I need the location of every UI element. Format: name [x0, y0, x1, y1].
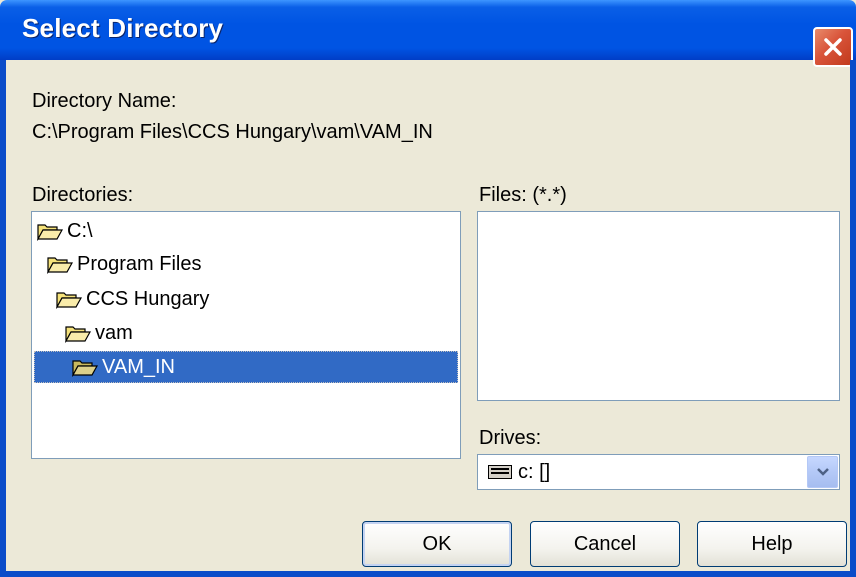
directory-item-ccs-hungary[interactable]: CCS Hungary: [56, 283, 296, 315]
directory-item-label: VAM_IN: [102, 355, 175, 378]
directories-label: Directories:: [32, 184, 134, 206]
drives-label: Drives:: [479, 427, 542, 449]
directories-listbox[interactable]: C:\ Program Files CCS Hungary vam VAM_IN: [31, 211, 461, 459]
title-bar[interactable]: Select Directory: [0, 0, 856, 60]
directory-item-label: CCS Hungary: [86, 287, 210, 310]
chevron-down-icon: [816, 468, 829, 476]
directory-item-program-files[interactable]: Program Files: [47, 248, 287, 280]
ok-button[interactable]: OK: [362, 521, 512, 567]
directory-name-value: C:\Program Files\CCS Hungary\vam\VAM_IN: [32, 121, 433, 143]
open-folder-icon: [72, 360, 98, 377]
open-folder-icon: [47, 257, 73, 274]
directory-item-c-root[interactable]: C:\: [37, 215, 237, 247]
close-button[interactable]: [813, 27, 853, 67]
files-label: Files: (*.*): [479, 184, 567, 206]
window-title: Select Directory: [22, 13, 224, 43]
close-icon: [824, 38, 842, 56]
directory-item-label: C:\: [67, 219, 93, 242]
directory-item-vam[interactable]: vam: [65, 317, 265, 349]
open-folder-icon: [37, 224, 63, 241]
open-folder-icon: [65, 326, 91, 343]
directory-item-label: vam: [95, 321, 133, 344]
drives-dropdown[interactable]: c: []: [477, 454, 840, 490]
open-folder-icon: [56, 292, 82, 309]
directory-item-vam-in[interactable]: VAM_IN: [34, 351, 458, 383]
files-listbox[interactable]: [477, 211, 840, 401]
window-frame-right: [850, 60, 856, 577]
directory-item-label: Program Files: [77, 252, 202, 275]
drives-value: c: []: [518, 461, 551, 483]
help-button[interactable]: Help: [697, 521, 847, 567]
dropdown-arrow-button[interactable]: [807, 456, 838, 488]
cancel-button[interactable]: Cancel: [530, 521, 680, 567]
directory-name-label: Directory Name:: [32, 90, 177, 112]
window-frame-bottom: [0, 571, 856, 577]
window-frame-left: [0, 60, 6, 577]
drive-icon: [488, 465, 512, 479]
